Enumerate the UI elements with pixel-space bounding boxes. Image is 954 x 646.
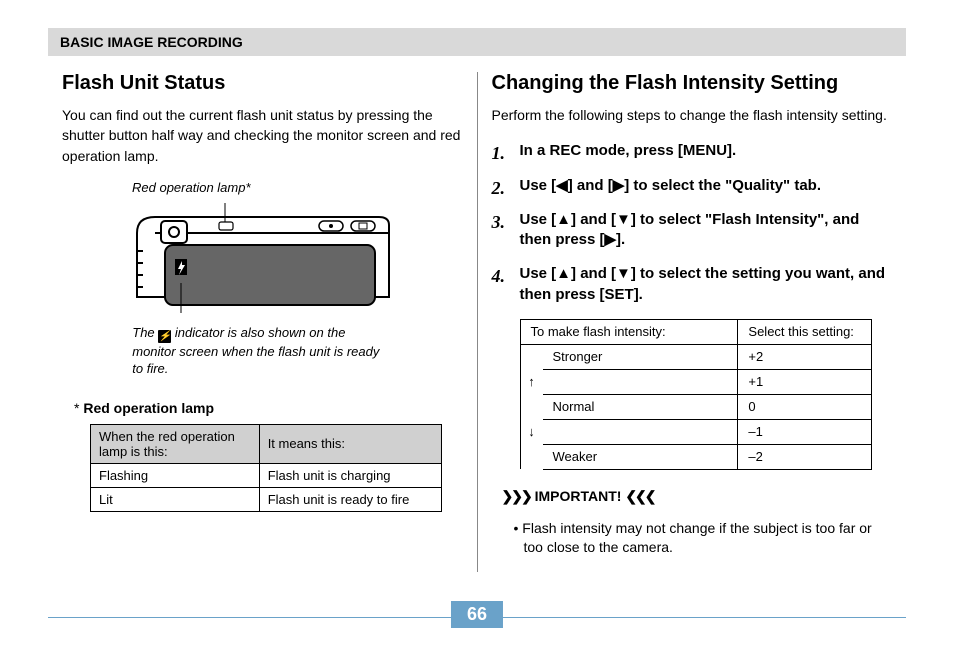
flash-icon: ⚡: [158, 330, 171, 343]
lamp-cell: Flash unit is ready to fire: [259, 487, 442, 511]
lamp-cell: Lit: [91, 487, 260, 511]
left-body: You can find out the current flash unit …: [62, 105, 463, 166]
step-item: Use [◀] and [▶] to select the "Quality" …: [492, 176, 893, 196]
int-value: 0: [738, 394, 872, 419]
arrow-down-icon: ↓: [520, 419, 543, 444]
table-row: ↑ +1: [520, 369, 871, 394]
int-label: [543, 369, 738, 394]
int-value: –1: [738, 419, 872, 444]
left-column: Flash Unit Status You can find out the c…: [48, 72, 478, 572]
important-text: Flash intensity may not change if the su…: [522, 520, 871, 556]
columns: Flash Unit Status You can find out the c…: [48, 72, 906, 572]
step-item: Use [▲] and [▼] to select the setting yo…: [492, 264, 893, 305]
lamp-cell: Flashing: [91, 463, 260, 487]
arrow-cell: [520, 344, 543, 369]
page-footer: 66: [48, 600, 906, 630]
lamp-heading: Red operation lamp: [74, 400, 463, 416]
steps-list: In a REC mode, press [MENU]. Use [◀] and…: [492, 141, 893, 305]
left-title: Flash Unit Status: [62, 72, 463, 95]
int-label: Normal: [543, 394, 738, 419]
camera-diagram: The ⚡ indicator is also shown on the mon…: [62, 203, 463, 378]
important-bullet: • Flash intensity may not change if the …: [514, 519, 893, 558]
right-column: Changing the Flash Intensity Setting Per…: [478, 72, 907, 572]
diagram-caption: The ⚡ indicator is also shown on the mon…: [132, 324, 392, 378]
important-heading: ❯❯❯ IMPORTANT! ❮❮❮: [502, 488, 893, 505]
right-title: Changing the Flash Intensity Setting: [492, 72, 893, 95]
int-label: Weaker: [543, 444, 738, 469]
table-row: Flashing Flash unit is charging: [91, 463, 442, 487]
table-row: Lit Flash unit is ready to fire: [91, 487, 442, 511]
wing-right-icon: ❯❯❯: [502, 488, 531, 504]
int-label: [543, 419, 738, 444]
page: BASIC IMAGE RECORDING Flash Unit Status …: [0, 0, 954, 646]
int-label: Stronger: [543, 344, 738, 369]
step-item: Use [▲] and [▼] to select "Flash Intensi…: [492, 210, 893, 251]
table-row: Normal 0: [520, 394, 871, 419]
lamp-table: When the red operation lamp is this: It …: [90, 424, 442, 512]
intensity-table: To make flash intensity: Select this set…: [520, 319, 872, 470]
int-value: –2: [738, 444, 872, 469]
diagram-label: Red operation lamp*: [62, 180, 463, 195]
page-number: 66: [451, 601, 503, 628]
table-row: Stronger +2: [520, 344, 871, 369]
arrow-cell: [520, 444, 543, 469]
step-item: In a REC mode, press [MENU].: [492, 141, 893, 161]
lamp-cell: Flash unit is charging: [259, 463, 442, 487]
int-th2: Select this setting:: [738, 319, 872, 344]
arrow-up-icon: ↑: [520, 369, 543, 394]
important-label: IMPORTANT!: [535, 488, 622, 504]
lamp-th1: When the red operation lamp is this:: [91, 424, 260, 463]
caption-pre: The: [132, 325, 154, 340]
int-value: +1: [738, 369, 872, 394]
table-row: ↓ –1: [520, 419, 871, 444]
section-header: BASIC IMAGE RECORDING: [48, 28, 906, 56]
lamp-th2: It means this:: [259, 424, 442, 463]
int-value: +2: [738, 344, 872, 369]
int-th1: To make flash intensity:: [520, 319, 738, 344]
wing-left-icon: ❮❮❮: [625, 488, 654, 504]
arrow-cell: [520, 394, 543, 419]
table-row: Weaker –2: [520, 444, 871, 469]
right-body: Perform the following steps to change th…: [492, 105, 893, 125]
camera-illustration: [127, 203, 397, 313]
